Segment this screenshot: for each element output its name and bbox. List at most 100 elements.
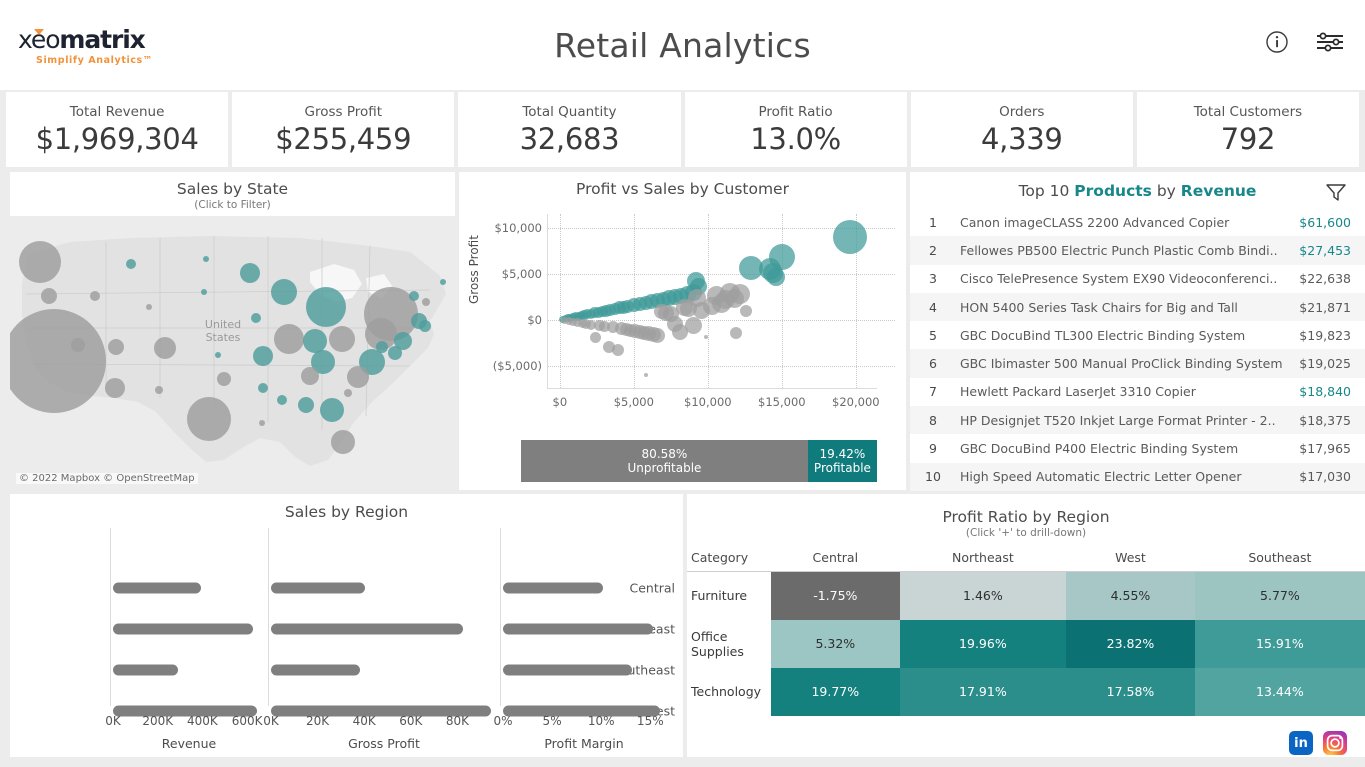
heatmap-cell[interactable]: 15.91% [1194, 619, 1365, 668]
scatter-plot[interactable]: $10,000 $5,000 $0 ($5,000) $0 $5,000 $10,000 $1… [493, 214, 895, 409]
map-bubble[interactable] [251, 313, 261, 323]
region-bar[interactable] [503, 664, 632, 676]
table-row[interactable]: 10 High Speed Automatic Electric Letter O… [910, 462, 1365, 491]
kpi-card[interactable]: Total Customers 792 [1136, 92, 1360, 167]
table-row[interactable]: 5 GBC DocuBind TL300 Electric Binding Sys… [910, 321, 1365, 349]
kpi-card[interactable]: Total Revenue $1,969,304 [6, 92, 229, 167]
region-bar[interactable] [271, 664, 360, 676]
map-bubble[interactable] [19, 241, 61, 283]
scatter-point[interactable] [684, 316, 702, 334]
map-bubble[interactable] [253, 346, 273, 366]
instagram-icon[interactable] [1323, 731, 1347, 755]
map-bubble[interactable] [344, 389, 352, 397]
map-bubble[interactable] [306, 287, 346, 327]
scatter-point[interactable] [729, 326, 742, 339]
heatmap-cell[interactable]: 17.58% [1066, 667, 1195, 716]
map-bubble[interactable] [388, 346, 402, 360]
unprofitable-segment[interactable]: 80.58% Unprofitable [521, 440, 808, 482]
scatter-point[interactable] [768, 244, 795, 271]
map-bubble[interactable] [187, 397, 231, 441]
table-row[interactable]: 9 GBC DocuBind P400 Electric Binding Syst… [910, 434, 1365, 462]
heatmap-column-header[interactable]: Northeast [899, 546, 1067, 572]
heatmap-cell[interactable]: 4.55% [1066, 571, 1195, 620]
heatmap-cell[interactable]: 13.44% [1194, 667, 1365, 716]
heatmap-cell[interactable]: 19.77% [771, 667, 900, 716]
funnel-filter-icon[interactable] [1325, 182, 1347, 206]
heatmap-cell[interactable]: 19.96% [899, 619, 1067, 668]
profitability-stacked-bar[interactable]: 80.58% Unprofitable 19.42% Profitable [521, 440, 877, 482]
heatmap-category-label[interactable]: Technology [687, 667, 771, 716]
info-circle-icon[interactable] [1265, 30, 1289, 54]
scatter-point[interactable] [730, 284, 751, 305]
kpi-card[interactable]: Profit Ratio 13.0% [684, 92, 907, 167]
scatter-point[interactable] [704, 334, 709, 339]
profitable-segment[interactable]: 19.42% Profitable [807, 440, 877, 482]
map-bubble[interactable] [215, 352, 221, 358]
heatmap-cell[interactable]: 5.77% [1194, 571, 1365, 620]
kpi-card[interactable]: Total Quantity 32,683 [458, 92, 681, 167]
map-bubble[interactable] [347, 366, 369, 388]
map-bubble[interactable] [258, 383, 268, 393]
heatmap-cell[interactable]: 17.91% [899, 667, 1067, 716]
map-bubble[interactable] [422, 298, 430, 306]
map-bubble[interactable] [71, 338, 85, 352]
heatmap-category-label[interactable]: Furniture [687, 571, 771, 620]
map-bubble[interactable] [259, 420, 265, 426]
scatter-point[interactable] [589, 331, 601, 343]
heatmap-column-header[interactable]: Central [771, 546, 900, 572]
region-bar[interactable] [113, 623, 253, 635]
region-bar[interactable] [113, 664, 178, 676]
region-bar[interactable] [271, 623, 464, 635]
scatter-area[interactable]: Gross Profit $10,000 $5,000 $0 ($5,000) $0 $5… [459, 204, 906, 458]
table-row[interactable]: 6 GBC Ibimaster 500 Manual ProClick Bindi… [910, 349, 1365, 378]
scatter-point[interactable] [643, 373, 648, 378]
map-bubble[interactable] [201, 289, 207, 295]
table-row[interactable]: 2 Fellowes PB500 Electric Punch Plastic C… [910, 236, 1365, 265]
region-chart-body[interactable]: CentralNortheastSoutheastWest0K200K400K6… [10, 528, 683, 757]
map-bubble[interactable] [277, 395, 287, 405]
table-row[interactable]: 8 HP Designjet T520 Inkjet Large Format P… [910, 406, 1365, 435]
map-bubble[interactable] [298, 397, 314, 413]
map-bubble[interactable] [108, 339, 124, 355]
scatter-point[interactable] [766, 267, 785, 286]
map-bubble[interactable] [240, 263, 260, 283]
map-bubble[interactable] [90, 291, 100, 301]
table-row[interactable]: 4 HON 5400 Series Task Chairs for Big and… [910, 292, 1365, 322]
map-bubble[interactable] [203, 256, 209, 262]
kpi-card[interactable]: Orders 4,339 [910, 92, 1133, 167]
heatmap-cell[interactable]: 1.46% [899, 571, 1067, 620]
sliders-icon[interactable] [1315, 30, 1345, 54]
table-row[interactable]: 3 Cisco TelePresence System EX90 Videocon… [910, 265, 1365, 293]
map-bubble[interactable] [440, 279, 446, 285]
scatter-point[interactable] [832, 220, 867, 255]
map-bubble[interactable] [419, 320, 431, 332]
scatter-point[interactable] [650, 328, 665, 344]
map-bubble[interactable] [271, 279, 297, 305]
map-bubble[interactable] [301, 367, 319, 385]
heatmap-cell[interactable]: 23.82% [1066, 619, 1195, 668]
map-bubble[interactable] [320, 398, 344, 422]
heatmap-column-header[interactable]: Southeast [1194, 546, 1365, 572]
table-row[interactable]: 1 Canon imageCLASS 2200 Advanced Copier $6… [910, 208, 1365, 236]
heatmap-category-label[interactable]: Office Supplies [687, 619, 771, 668]
kpi-card[interactable]: Gross Profit $255,459 [232, 92, 455, 167]
region-bar[interactable] [271, 582, 365, 594]
map-bubble[interactable] [126, 259, 136, 269]
linkedin-icon[interactable]: in [1289, 731, 1313, 755]
scatter-point[interactable] [740, 304, 753, 317]
map-bubble[interactable] [41, 288, 57, 304]
map-bubble[interactable] [146, 304, 152, 310]
heatmap-cell[interactable]: 5.32% [771, 619, 900, 668]
map-bubble[interactable] [154, 337, 176, 359]
region-bar[interactable] [503, 582, 604, 594]
map-bubble[interactable] [329, 326, 355, 352]
map-bubble[interactable] [105, 378, 125, 398]
heatmap-cell[interactable]: -1.75% [771, 571, 900, 620]
region-bar[interactable] [503, 623, 654, 635]
map-bubble[interactable] [274, 324, 304, 354]
region-bar[interactable] [113, 582, 201, 594]
map-canvas[interactable]: United States © 2022 Mapbox © OpenStreet… [10, 216, 455, 490]
scatter-point[interactable] [611, 344, 624, 357]
map-bubble[interactable] [217, 372, 231, 386]
heatmap-column-header[interactable]: West [1066, 546, 1195, 572]
